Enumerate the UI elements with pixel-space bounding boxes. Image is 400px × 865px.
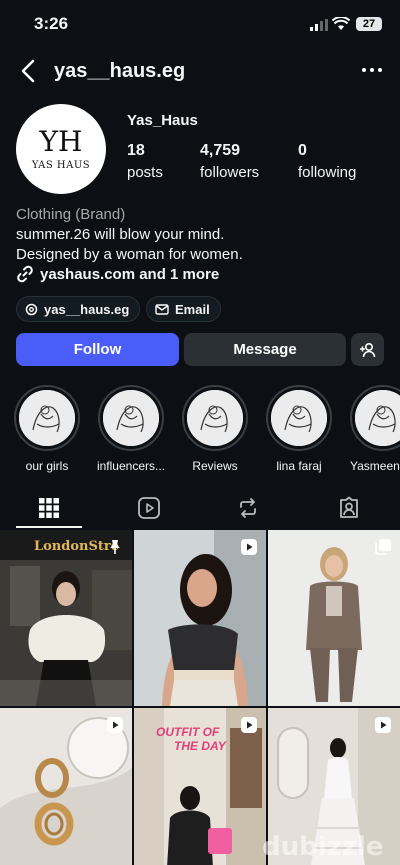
cellular-signal-icon [310, 19, 328, 31]
reel-icon [107, 717, 123, 733]
email-chip[interactable]: Email [146, 296, 221, 322]
carousel-icon [375, 539, 391, 555]
envelope-icon [155, 303, 169, 315]
bio-line: Designed by a woman for women. [16, 246, 243, 263]
wifi-icon [332, 17, 350, 30]
website-link[interactable]: yashaus.com and 1 more [16, 265, 219, 283]
post-thumbnail[interactable] [134, 530, 266, 706]
post-overlay-text: THE DAY [174, 739, 227, 753]
pin-icon [110, 540, 120, 554]
highlight-cover [355, 390, 400, 446]
status-bar: 3:26 27 [0, 0, 400, 48]
reels-tab-icon[interactable] [137, 496, 161, 520]
follow-button[interactable]: Follow [16, 333, 179, 366]
threads-chip[interactable]: yas__haus.eg [16, 296, 141, 322]
category-label: Clothing (Brand) [16, 206, 126, 223]
bio-line: summer.26 will blow your mind. [16, 226, 225, 243]
back-arrow-icon[interactable] [18, 58, 38, 84]
post-image [134, 530, 266, 706]
highlight-cover [271, 390, 327, 446]
post-thumbnail[interactable]: OUTFIT OF THE DAY [134, 708, 266, 865]
battery-icon: 27 [356, 17, 382, 31]
tagged-tab-icon[interactable] [337, 496, 361, 520]
post-thumbnail[interactable] [0, 708, 132, 865]
bio: Clothing (Brand) summer.26 will blow you… [16, 205, 243, 265]
post-thumbnail[interactable]: LondonStre [0, 530, 132, 706]
link-icon [17, 265, 33, 283]
threads-icon [25, 303, 38, 315]
suggested-people-button[interactable] [351, 333, 384, 366]
more-options-icon[interactable] [360, 60, 384, 80]
clock: 3:26 [34, 14, 69, 33]
profile-tabs [0, 488, 400, 528]
post-image: LondonStre [0, 530, 132, 706]
avatar-monogram: YH [39, 124, 83, 158]
stat-followers[interactable]: 4,759 followers [200, 142, 259, 181]
stat-following[interactable]: 0 following [298, 142, 356, 181]
header-username: yas__haus.eg [54, 60, 186, 82]
reel-icon [241, 717, 257, 733]
reel-icon [375, 717, 391, 733]
post-overlay-text: OUTFIT OF [156, 725, 220, 739]
highlight-influencers[interactable]: influencers... [97, 385, 165, 473]
stat-posts[interactable]: 18 posts [127, 142, 163, 181]
reel-icon [241, 539, 257, 555]
highlight-cover [19, 390, 75, 446]
highlight-lina-faraj[interactable]: lina faraj [266, 385, 332, 473]
avatar[interactable]: YH YAS HAUS [16, 104, 106, 194]
post-thumbnail[interactable] [268, 530, 400, 706]
add-person-icon [359, 342, 375, 357]
highlight-cover [187, 390, 243, 446]
avatar-brand-text: YAS HAUS [31, 159, 91, 171]
highlight-yasmeen[interactable]: Yasmeen [350, 385, 400, 473]
display-name: Yas_Haus [127, 112, 198, 129]
message-button[interactable]: Message [184, 333, 346, 366]
highlight-reviews[interactable]: Reviews [182, 385, 248, 473]
website-link-text: yashaus.com and 1 more [40, 265, 220, 283]
highlight-cover [103, 390, 159, 446]
dubizzle-watermark: dubizzle [262, 832, 384, 862]
profile-header: yas__haus.eg [0, 52, 400, 92]
grid-tab-icon[interactable] [37, 496, 61, 520]
post-image [268, 530, 400, 706]
reposts-tab-icon[interactable] [236, 496, 260, 520]
active-tab-indicator [16, 526, 82, 528]
highlight-our-girls[interactable]: our girls [14, 385, 80, 473]
